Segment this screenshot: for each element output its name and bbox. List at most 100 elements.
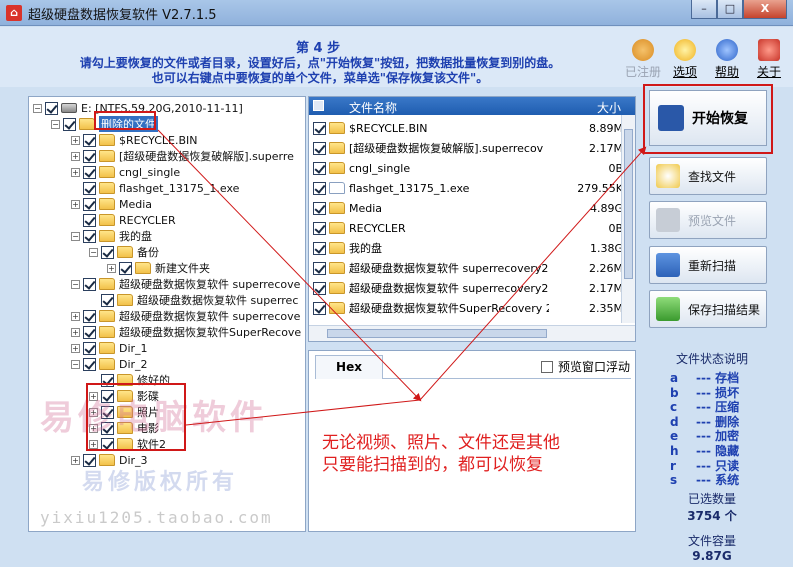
legend-item: c --- 压缩 [670,400,740,415]
collapse-toggle[interactable]: − [71,359,80,369]
legend-item: d --- 删除 [670,414,740,429]
tree-item[interactable]: − 我的盘 [71,228,152,244]
checkbox[interactable] [313,281,326,295]
checkbox[interactable] [541,360,553,373]
file-row[interactable]: $RECYCLE.BIN 8.89M [313,118,623,138]
file-row[interactable]: [超级硬盘数据恢复破解版].superrecov 2.17M [313,138,623,158]
expand-toggle[interactable]: + [71,151,80,161]
expand-toggle[interactable]: + [71,199,80,209]
collapse-toggle[interactable]: − [71,279,80,289]
preview-icon [656,208,680,232]
expand-toggle[interactable]: + [107,263,116,273]
checkbox[interactable] [83,165,96,179]
checkbox[interactable] [313,261,326,275]
cart-icon [632,39,654,61]
horizontal-scrollbar[interactable] [309,325,635,341]
tree-item[interactable]: − Dir_2 [71,356,148,372]
expand-toggle[interactable]: + [71,327,80,337]
options-button[interactable]: 选项 [664,39,706,80]
tree-item[interactable]: flashget_13175_1.exe [83,180,239,196]
float-preview-checkbox[interactable]: 预览窗口浮动 [541,358,630,375]
tree-item[interactable]: 超级硬盘数据恢复软件 superrec [101,292,298,308]
preview-file-button[interactable]: 预览文件 [649,201,767,239]
checkbox[interactable] [83,149,96,163]
tree-item[interactable]: RECYCLER [83,212,176,228]
collapse-toggle[interactable]: − [33,103,42,113]
checkbox[interactable] [101,293,114,307]
tree-item[interactable]: + 超级硬盘数据恢复软件SuperRecove [71,324,301,340]
header-select-icon[interactable] [313,100,324,111]
tree-item[interactable]: + Dir_1 [71,340,148,356]
expand-toggle[interactable]: + [71,455,80,465]
tree-item[interactable]: − 备份 [89,244,159,260]
column-size-header[interactable]: 大小 [597,99,621,116]
collapse-toggle[interactable]: − [89,247,98,257]
save-scan-results-button[interactable]: 保存扫描结果 [649,290,767,328]
checkbox[interactable] [101,245,114,259]
collapse-toggle[interactable]: − [71,231,80,241]
checkbox[interactable] [313,181,326,195]
checkbox[interactable] [313,241,326,255]
tree-item[interactable]: + [超级硬盘数据恢复破解版].superre [71,148,294,164]
collapse-toggle[interactable]: − [51,119,60,129]
tree-item[interactable]: + cngl_single [71,164,180,180]
checkbox[interactable] [83,133,96,147]
checkbox[interactable] [83,309,96,323]
checkbox[interactable] [63,117,76,131]
tree-item[interactable]: + Media [71,196,152,212]
checkbox[interactable] [83,181,96,195]
checkbox[interactable] [83,357,96,371]
about-button[interactable]: 关于 [748,39,790,80]
tree-item[interactable]: + $RECYCLE.BIN [71,132,197,148]
file-status-legend: 文件状态说明 a --- 存档 b --- 损坏 c --- 压缩 d --- 删除 e… [670,350,754,563]
file-row[interactable]: 超级硬盘数据恢复软件SuperRecovery 2 2.35M [313,298,623,318]
watermark-line-2: 易修版权所有 [82,470,239,495]
checkbox[interactable] [119,261,132,275]
expand-toggle[interactable]: + [71,135,80,145]
vertical-scrollbar[interactable] [621,115,635,323]
file-row[interactable]: 超级硬盘数据恢复软件 superrecovery2 2.17M [313,278,623,298]
file-row[interactable]: 超级硬盘数据恢复软件 superrecovery2 2.26M [313,258,623,278]
help-button[interactable]: 帮助 [706,39,748,80]
checkbox[interactable] [83,325,96,339]
checkbox[interactable] [313,121,326,135]
expand-toggle[interactable]: + [71,311,80,321]
close-button[interactable]: X [743,0,787,19]
checkbox[interactable] [83,213,96,227]
file-row[interactable]: cngl_single 0B [313,158,623,178]
file-row[interactable]: flashget_13175_1.exe 279.55K [313,178,623,198]
checkbox[interactable] [313,201,326,215]
file-row[interactable]: 我的盘 1.38G [313,238,623,258]
find-file-button[interactable]: 查找文件 [649,157,767,195]
checkbox[interactable] [313,221,326,235]
folder-icon [117,294,133,306]
maximize-button[interactable]: □ [717,0,743,19]
file-row[interactable]: RECYCLER 0B [313,218,623,238]
rescan-button[interactable]: 重新扫描 [649,246,767,284]
scroll-thumb[interactable] [327,329,547,338]
tree-item[interactable]: + 超级硬盘数据恢复软件 superrecove [71,308,300,324]
expand-toggle[interactable]: + [71,167,80,177]
registered-button[interactable]: 已注册 [622,39,664,80]
checkbox[interactable] [313,161,326,175]
scroll-thumb[interactable] [624,129,633,279]
minimize-button[interactable]: – [691,0,717,19]
checkbox[interactable] [83,277,96,291]
tree-item[interactable]: + 新建文件夹 [107,260,210,276]
checkbox[interactable] [313,301,326,315]
checkbox[interactable] [45,101,58,115]
folder-icon [99,278,115,290]
file-list[interactable]: 文件名称 大小 $RECYCLE.BIN 8.89M [超级硬盘数据恢复破解版].… [308,96,636,342]
tab-divider [383,378,631,379]
expand-toggle[interactable]: + [71,343,80,353]
tab-hex[interactable]: Hex [315,355,383,379]
start-recovery-button[interactable]: 开始恢复 [649,90,767,146]
checkbox[interactable] [83,229,96,243]
column-name-header[interactable]: 文件名称 [349,99,397,116]
checkbox[interactable] [83,197,96,211]
capacity-label: 文件容量 [687,533,736,548]
checkbox[interactable] [313,141,326,155]
file-row[interactable]: Media 4.89G [313,198,623,218]
checkbox[interactable] [83,341,96,355]
tree-item[interactable]: − 超级硬盘数据恢复软件 superrecove [71,276,300,292]
